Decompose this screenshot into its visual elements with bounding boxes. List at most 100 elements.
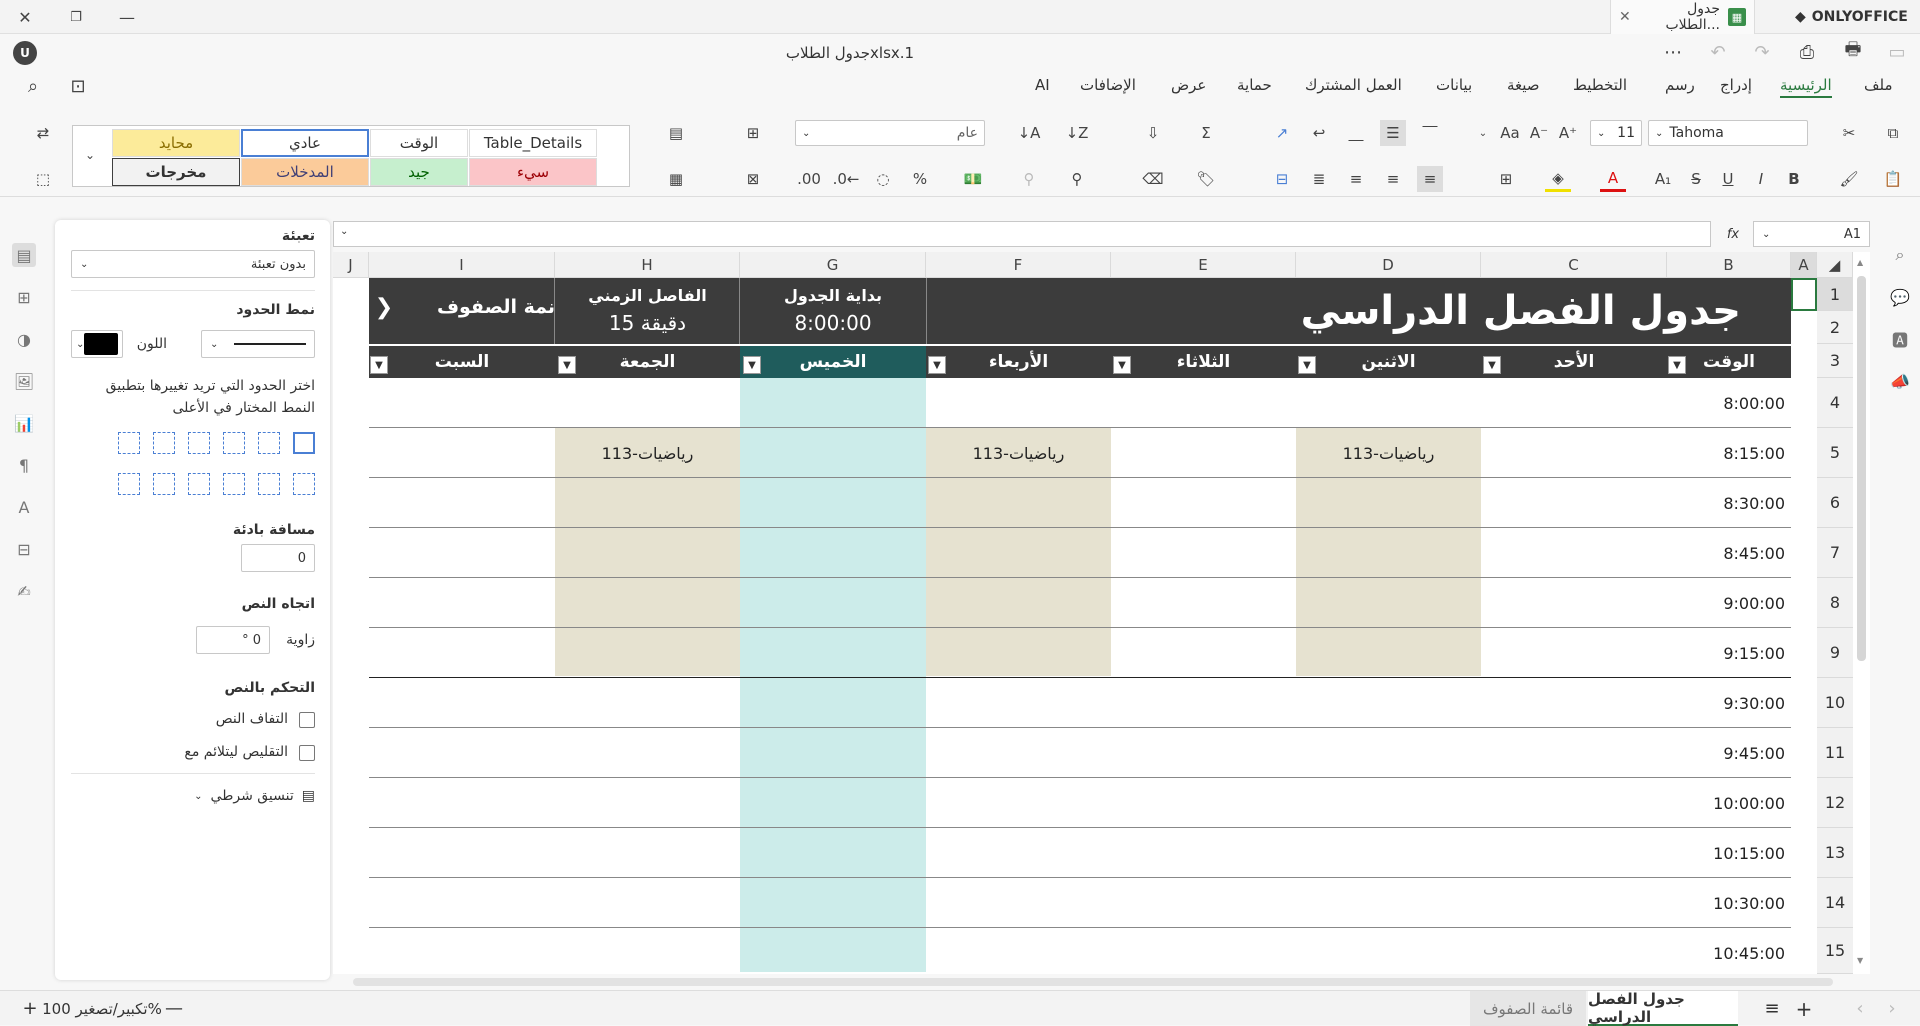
clear-icon[interactable]: ⌫ — [1140, 166, 1166, 192]
fill-color-icon[interactable]: ◈ — [1545, 166, 1571, 192]
time-cell[interactable]: 8:45:00 — [1667, 538, 1785, 568]
vertical-scrollbar[interactable]: ▲ ▼ — [1853, 256, 1870, 972]
sheet-tab-class-list[interactable]: قائمة الصفوف — [1470, 991, 1586, 1026]
style-time[interactable]: الوقت — [370, 129, 468, 157]
header-thursday[interactable]: الخميس — [740, 346, 926, 378]
header-tuesday[interactable]: الثلاثاء — [1111, 346, 1296, 378]
decrease-font-icon[interactable]: A⁻ — [1526, 120, 1552, 146]
number-format-select[interactable]: ⌄ عام — [795, 120, 985, 146]
search-icon[interactable]: ⌕ — [1888, 243, 1912, 267]
time-cell[interactable]: 10:45:00 — [1667, 938, 1785, 968]
row-header-14[interactable]: 14 — [1817, 878, 1853, 928]
time-cell[interactable]: 9:30:00 — [1667, 688, 1785, 718]
feedback-icon[interactable]: 📣 — [1888, 369, 1912, 393]
sort-ascending-icon[interactable]: ↓A — [1016, 120, 1042, 146]
start-label[interactable]: بداية الجدول — [740, 282, 926, 308]
copy-icon[interactable]: ⧉ — [1880, 120, 1906, 146]
row-header-10[interactable]: 10 — [1817, 678, 1853, 728]
interval-value[interactable]: 15 دقيقة — [555, 308, 740, 338]
header-friday[interactable]: الجمعة — [555, 346, 740, 378]
cut-icon[interactable]: ✂ — [1836, 120, 1862, 146]
name-box[interactable]: ⌄ A1 — [1753, 221, 1870, 247]
conditional-format-button[interactable]: ▤ تنسيق شرطي ⌄ — [194, 788, 315, 804]
selected-cell-A1[interactable] — [1791, 278, 1817, 311]
format-as-table-icon[interactable]: ▦ — [663, 166, 689, 192]
menu-home[interactable]: الرئيسية — [1780, 76, 1832, 98]
autosum-icon[interactable]: Σ — [1193, 120, 1219, 146]
filter-icon[interactable]: ⚲ — [1064, 166, 1090, 192]
time-cell[interactable]: 10:00:00 — [1667, 788, 1785, 818]
cell-settings-icon[interactable]: ▤ — [12, 243, 36, 267]
scrollbar-thumb[interactable] — [353, 978, 1833, 986]
border-color-picker[interactable]: ⌄ — [71, 330, 123, 358]
all-borders-icon[interactable] — [293, 432, 315, 454]
top-border-icon[interactable] — [188, 473, 210, 495]
add-sheet-icon[interactable]: + — [1792, 991, 1816, 1026]
scroll-down-icon[interactable]: ▼ — [1857, 956, 1866, 966]
align-middle-icon[interactable]: ☰ — [1380, 120, 1406, 146]
named-range-icon[interactable]: 🏷 — [1193, 166, 1219, 192]
style-output[interactable]: مخرجات — [112, 158, 240, 186]
italic-icon[interactable]: I — [1748, 166, 1774, 192]
bold-icon[interactable]: B — [1781, 166, 1807, 192]
paragraph-settings-icon[interactable]: ¶ — [12, 453, 36, 477]
time-cell[interactable]: 10:30:00 — [1667, 888, 1785, 918]
filter-dropdown-icon[interactable]: ▼ — [1668, 356, 1686, 374]
redo-icon[interactable]: ↷ — [1748, 38, 1776, 66]
filter-dropdown-icon[interactable]: ▼ — [743, 356, 761, 374]
wrap-text-checkbox[interactable] — [299, 712, 315, 728]
save-cloud-icon[interactable]: ⎙ — [1793, 38, 1821, 66]
insert-cells-icon[interactable]: ⊞ — [740, 120, 766, 146]
row-header-12[interactable]: 12 — [1817, 778, 1853, 828]
header-monday[interactable]: الاثنين — [1296, 346, 1481, 378]
left-border-icon[interactable] — [223, 473, 245, 495]
inner-vertical-border-icon[interactable] — [258, 473, 280, 495]
filter-dropdown-icon[interactable]: ▼ — [928, 356, 946, 374]
row-header-2[interactable]: 2 — [1817, 311, 1853, 344]
table-settings-icon[interactable]: ⊞ — [12, 285, 36, 309]
time-cell[interactable]: 9:15:00 — [1667, 638, 1785, 668]
menu-draw[interactable]: رسم — [1665, 76, 1695, 94]
column-header-B[interactable]: B — [1667, 252, 1791, 278]
inner-cross-borders-icon[interactable] — [223, 432, 245, 454]
more-icon[interactable]: ⋯ — [1659, 38, 1687, 66]
time-cell[interactable]: 8:30:00 — [1667, 488, 1785, 518]
chart-settings-icon[interactable]: 📊 — [12, 411, 36, 435]
header-sunday[interactable]: الأحد — [1481, 346, 1667, 378]
menu-plugins[interactable]: الإضافات — [1080, 76, 1136, 94]
outer-borders-icon[interactable] — [188, 432, 210, 454]
font-size-select[interactable]: ⌄ 11 — [1590, 120, 1642, 146]
border-line-select[interactable]: ⌄ — [201, 330, 315, 358]
formula-input[interactable]: ⌄ — [333, 221, 1711, 247]
menu-collaboration[interactable]: العمل المشترك — [1305, 76, 1402, 94]
open-location-icon[interactable]: ⊡ — [64, 72, 92, 100]
menu-protection[interactable]: حماية — [1237, 76, 1272, 94]
conditional-formatting-icon[interactable]: ▤ — [663, 120, 689, 146]
time-cell[interactable]: 10:15:00 — [1667, 838, 1785, 868]
zoom-out-icon[interactable]: — — [164, 991, 184, 1026]
column-header-A[interactable]: A — [1791, 252, 1817, 278]
menu-file[interactable]: ملف — [1864, 76, 1893, 94]
chevron-down-icon[interactable]: ⌄ — [1470, 120, 1496, 146]
header-wednesday[interactable]: الأربعاء — [926, 346, 1111, 378]
row-header-15[interactable]: 15 — [1817, 928, 1853, 974]
time-cell[interactable]: 9:00:00 — [1667, 588, 1785, 618]
filter-dropdown-icon[interactable]: ▼ — [1483, 356, 1501, 374]
time-cell[interactable]: 9:45:00 — [1667, 738, 1785, 768]
change-case-icon[interactable]: Aa — [1497, 120, 1523, 146]
sheet-list-icon[interactable]: ≡ — [1760, 991, 1784, 1026]
time-cell[interactable]: 8:15:00 — [1667, 438, 1785, 468]
strikethrough-icon[interactable]: S — [1683, 166, 1709, 192]
select-all-icon[interactable]: ⬚ — [30, 166, 56, 192]
menu-formula[interactable]: صيغة — [1507, 76, 1540, 94]
search-icon[interactable]: ⌕ — [19, 72, 47, 100]
time-cell[interactable]: 8:00:00 — [1667, 388, 1785, 418]
start-value[interactable]: 8:00:00 — [740, 308, 926, 338]
shrink-to-fit-checkbox[interactable] — [299, 745, 315, 761]
menu-data[interactable]: بيانات — [1436, 76, 1472, 94]
image-settings-icon[interactable]: 🖼 — [12, 369, 36, 393]
row-header-4[interactable]: 4 — [1817, 378, 1853, 428]
align-right-icon[interactable]: ≡ — [1417, 166, 1443, 192]
class-label-wednesday[interactable]: رياضيات-113 — [926, 438, 1111, 468]
avatar[interactable]: U — [13, 41, 37, 65]
